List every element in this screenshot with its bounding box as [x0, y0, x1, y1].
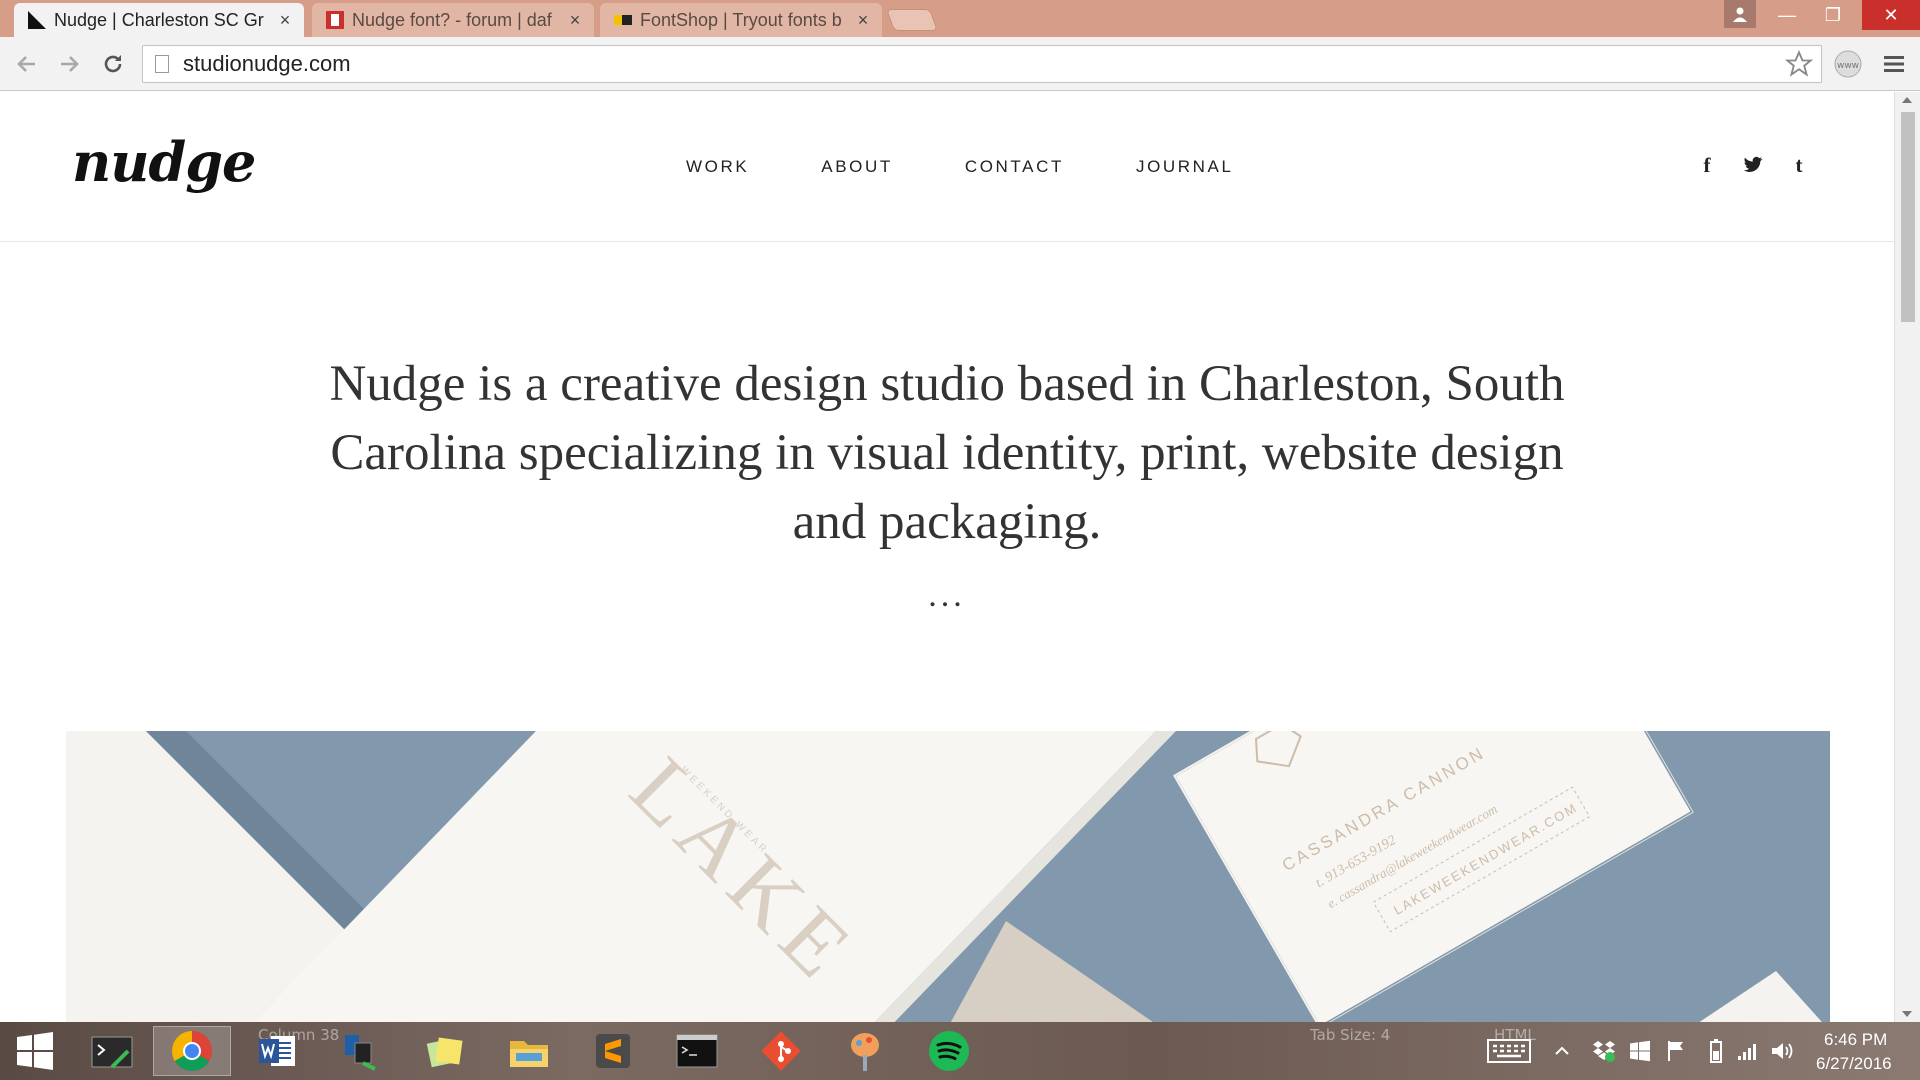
spotify-icon[interactable]: [910, 1026, 988, 1076]
hero-illustration: LAKE WEEKEND WEAR CASSANDRA CANNON t. 91…: [66, 731, 1830, 1022]
windows-update-icon[interactable]: [1628, 1039, 1652, 1063]
url-text[interactable]: studionudge.com: [183, 51, 1785, 77]
windows-taskbar: Column 38 Tab Size: 4 HTML 6:46 PM 6/27/…: [0, 1022, 1920, 1080]
clock-time[interactable]: 6:46 PM: [1824, 1030, 1887, 1050]
network-signal-icon[interactable]: [1736, 1039, 1760, 1063]
bookmark-star-icon[interactable]: [1785, 50, 1813, 78]
page-scrollbar[interactable]: [1894, 92, 1920, 1022]
word-icon[interactable]: [238, 1026, 316, 1076]
user-profile-button[interactable]: [1724, 0, 1756, 28]
show-hidden-icons-icon[interactable]: [1550, 1039, 1574, 1063]
twitter-icon[interactable]: [1738, 150, 1768, 180]
site-header: nudge WORK ABOUT CONTACT JOURNAL f t: [0, 92, 1894, 242]
forward-arrow-icon: [61, 56, 79, 72]
minimize-button[interactable]: —: [1764, 0, 1810, 30]
chrome-icon[interactable]: [153, 1026, 231, 1076]
tab-close-icon[interactable]: ×: [566, 10, 584, 31]
nudge-favicon-icon: [28, 11, 46, 29]
tab-title: Nudge | Charleston SC Gr: [54, 9, 264, 30]
browser-tab-strip: Nudge | Charleston SC Gr × Nudge font? -…: [0, 0, 1920, 37]
www-extension-icon: www: [1834, 50, 1862, 78]
file-explorer-icon[interactable]: [490, 1026, 568, 1076]
hero-image[interactable]: LAKE WEEKEND WEAR CASSANDRA CANNON t. 91…: [66, 731, 1830, 1022]
site-logo[interactable]: nudge: [72, 130, 256, 194]
sticky-notes-icon[interactable]: [406, 1026, 484, 1076]
fontshop-favicon-icon: [614, 15, 632, 25]
svg-text:www: www: [1837, 61, 1859, 71]
nav-work[interactable]: WORK: [686, 157, 749, 177]
action-center-flag-icon[interactable]: [1664, 1039, 1688, 1063]
git-icon[interactable]: [742, 1026, 820, 1076]
reload-icon: [104, 55, 122, 73]
back-arrow-icon: [17, 56, 35, 72]
battery-icon[interactable]: [1704, 1039, 1728, 1063]
page-icon: [155, 55, 169, 73]
touch-keyboard-icon[interactable]: [1486, 1039, 1532, 1063]
user-icon: [1733, 7, 1747, 22]
windows-start-icon[interactable]: [0, 1026, 70, 1076]
hamburger-menu-icon: [1884, 56, 1904, 72]
tab-nudge[interactable]: Nudge | Charleston SC Gr ×: [14, 3, 304, 37]
scroll-thumb[interactable]: [1901, 112, 1915, 322]
back-button[interactable]: [12, 49, 42, 79]
scroll-down-arrow-icon[interactable]: [1901, 1010, 1913, 1018]
clock-date[interactable]: 6/27/2016: [1816, 1054, 1892, 1074]
intro-ellipsis: ...: [928, 577, 966, 614]
tab-title: FontShop | Tryout fonts b: [640, 9, 842, 30]
close-window-button[interactable]: ✕: [1862, 0, 1920, 30]
main-nav: WORK ABOUT CONTACT JOURNAL: [686, 157, 1306, 177]
tumblr-icon[interactable]: t: [1784, 150, 1814, 180]
tab-close-icon[interactable]: ×: [276, 10, 294, 31]
forward-button[interactable]: [54, 49, 84, 79]
scroll-up-arrow-icon[interactable]: [1901, 96, 1913, 104]
nav-contact[interactable]: CONTACT: [965, 157, 1064, 177]
tab-title: Nudge font? - forum | daf: [352, 9, 552, 30]
terminal-app-icon[interactable]: [73, 1026, 151, 1076]
nav-journal[interactable]: JOURNAL: [1136, 157, 1234, 177]
volume-icon[interactable]: [1770, 1039, 1794, 1063]
bg-tabsize-text: Tab Size: 4: [1310, 1026, 1391, 1044]
tab-fontshop[interactable]: FontShop | Tryout fonts b ×: [600, 3, 882, 37]
nav-about[interactable]: ABOUT: [821, 157, 893, 177]
cmd-icon[interactable]: [658, 1026, 736, 1076]
tab-close-icon[interactable]: ×: [854, 10, 872, 31]
chrome-menu-button[interactable]: [1878, 48, 1910, 80]
dropbox-icon[interactable]: [1592, 1039, 1616, 1063]
web-page: nudge WORK ABOUT CONTACT JOURNAL f t Nud…: [0, 92, 1894, 1022]
tab-dafont[interactable]: Nudge font? - forum | daf ×: [312, 3, 594, 37]
facebook-icon[interactable]: f: [1692, 150, 1722, 180]
restore-button[interactable]: ❐: [1810, 0, 1856, 30]
reload-button[interactable]: [98, 49, 128, 79]
dafont-favicon-icon: [326, 11, 344, 29]
address-bar[interactable]: studionudge.com: [142, 45, 1822, 83]
www-extension-button[interactable]: www: [1832, 48, 1864, 80]
intro-text: Nudge is a creative design studio based …: [329, 356, 1565, 550]
network-app-icon[interactable]: [322, 1026, 400, 1076]
browser-toolbar: studionudge.com www: [0, 37, 1920, 91]
paint-app-icon[interactable]: [826, 1026, 904, 1076]
sublime-text-icon[interactable]: [574, 1026, 652, 1076]
new-tab-button[interactable]: [885, 9, 939, 31]
